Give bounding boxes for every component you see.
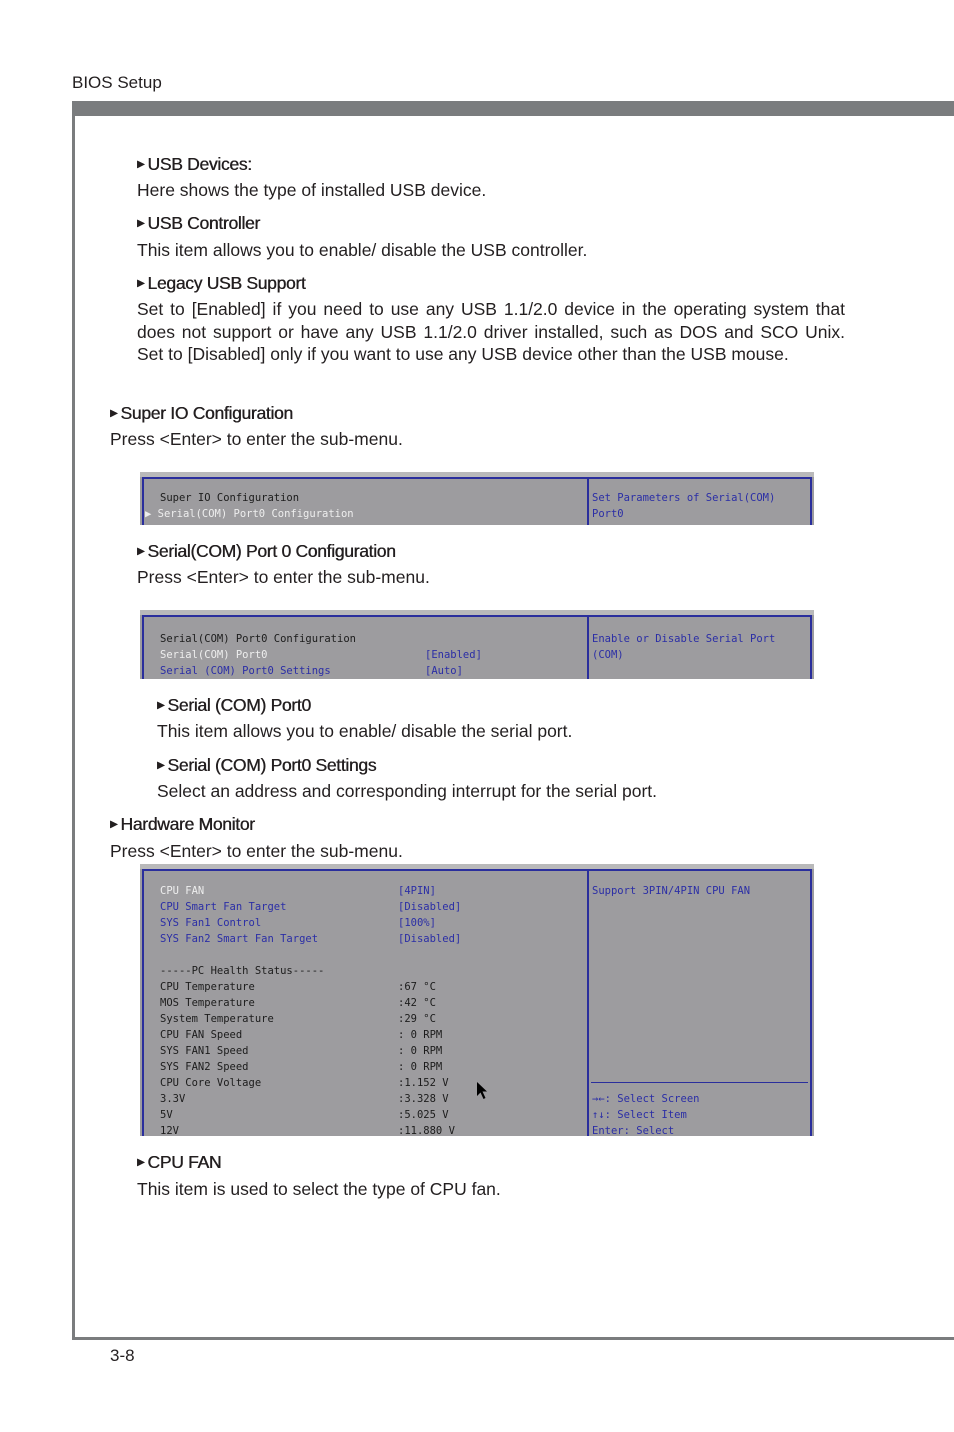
bios-help-text: Support 3PIN/4PIN CPU FAN <box>592 885 751 897</box>
triangle-bullet-icon: ▶ <box>137 546 145 557</box>
triangle-bullet-icon: ▶ <box>137 1157 145 1168</box>
bios-panel-divider <box>587 615 589 679</box>
health-status-heading: -----PC Health Status----- <box>160 965 325 977</box>
bios-screen-serial-config: Serial(COM) Port0 Configuration Serial(C… <box>140 610 814 679</box>
status-value: :42 °C <box>398 997 436 1009</box>
bios-setting-label[interactable]: SYS Fan1 Control <box>160 915 261 931</box>
bios-setting-label[interactable]: Serial(COM) Port0 <box>160 647 267 663</box>
status-value: :29 °C <box>398 1013 436 1025</box>
triangle-bullet-icon: ▶ <box>157 700 165 711</box>
status-value: : 0 RPM <box>398 1029 443 1041</box>
bios-menu-item[interactable]: ▶ Serial(COM) Port0 Configuration <box>145 506 354 522</box>
bios-help-text: Port0 <box>592 508 624 520</box>
desc-serial-settings: Select an address and corresponding inte… <box>157 781 658 801</box>
desc-hardware-monitor: Press <Enter> to enter the sub-menu. <box>110 841 403 861</box>
bios-setting-value[interactable]: [Auto] <box>425 663 463 679</box>
bios-setting-value[interactable]: [Disabled] <box>398 899 461 915</box>
triangle-bullet-icon: ▶ <box>110 408 118 419</box>
key-hint: ↑↓: Select Item <box>592 1109 687 1121</box>
frame-top-bar <box>72 101 954 116</box>
status-label: CPU Core Voltage <box>160 1077 262 1089</box>
selection-pointer-icon: ▶ <box>145 508 158 520</box>
bios-help-text: Enable or Disable Serial Port <box>592 633 776 645</box>
bios-panel-divider <box>587 477 589 525</box>
bios-screen-super-io: Super IO Configuration ▶ Serial(COM) Por… <box>140 472 814 525</box>
status-label: 12V <box>160 1125 179 1137</box>
bios-setting-value[interactable]: [100%] <box>398 915 436 931</box>
triangle-bullet-icon: ▶ <box>157 760 165 771</box>
bios-screen-title: Super IO Configuration <box>160 492 300 504</box>
key-hint: Enter: Select <box>592 1125 675 1137</box>
page-header: BIOS Setup <box>72 73 162 92</box>
heading-usb-devices: ▶ USB Devices: <box>137 154 252 174</box>
status-value: :67 °C <box>398 981 436 993</box>
status-label: SYS FAN2 Speed <box>160 1061 249 1073</box>
bios-screen-hardware-monitor: CPU FAN [4PIN] CPU Smart Fan Target [Dis… <box>140 864 814 1137</box>
status-label: 5V <box>160 1109 173 1121</box>
bios-setting-value[interactable]: [Enabled] <box>425 647 482 663</box>
bios-screen-title: Serial(COM) Port0 Configuration <box>160 633 356 645</box>
heading-serial-config: ▶ Serial(COM) Port 0 Configuration <box>137 541 396 561</box>
help-key-divider <box>591 1082 808 1083</box>
heading-super-io: ▶ Super IO Configuration <box>110 403 293 423</box>
status-value: : 0 RPM <box>398 1045 443 1057</box>
status-value: :1.152 V <box>398 1077 449 1089</box>
heading-hardware-monitor: ▶ Hardware Monitor <box>110 814 255 834</box>
desc-usb-devices: Here shows the type of installed USB dev… <box>137 180 487 200</box>
heading-serial-port0: ▶ Serial (COM) Port0 <box>157 695 311 715</box>
status-label: SYS FAN1 Speed <box>160 1045 249 1057</box>
triangle-bullet-icon: ▶ <box>110 819 118 830</box>
desc-serial-port0: This item allows you to enable/ disable … <box>157 721 573 741</box>
status-value: :3.328 V <box>398 1093 449 1105</box>
desc-super-io: Press <Enter> to enter the sub-menu. <box>110 429 403 449</box>
status-label: CPU Temperature <box>160 981 255 993</box>
triangle-bullet-icon: ▶ <box>137 218 145 229</box>
status-value: :5.025 V <box>398 1109 449 1121</box>
bios-help-text: (COM) <box>592 649 624 661</box>
triangle-bullet-icon: ▶ <box>137 159 145 170</box>
bios-setting-label[interactable]: SYS Fan2 Smart Fan Target <box>160 931 318 947</box>
bios-setting-label[interactable]: CPU Smart Fan Target <box>160 899 286 915</box>
status-label: System Temperature <box>160 1013 274 1025</box>
bios-setting-value[interactable]: [4PIN] <box>398 883 436 899</box>
status-label: CPU FAN Speed <box>160 1029 243 1041</box>
bios-setting-value[interactable]: [Disabled] <box>398 931 461 947</box>
heading-serial-settings: ▶ Serial (COM) Port0 Settings <box>157 755 377 775</box>
desc-serial-config: Press <Enter> to enter the sub-menu. <box>137 567 430 587</box>
frame-left-rule <box>72 101 75 1339</box>
heading-usb-controller: ▶ USB Controller <box>137 213 260 233</box>
bios-setting-label[interactable]: Serial (COM) Port0 Settings <box>160 663 331 679</box>
triangle-bullet-icon: ▶ <box>137 278 145 289</box>
key-hint: →←: Select Screen <box>592 1093 700 1105</box>
status-label: MOS Temperature <box>160 997 255 1009</box>
mouse-cursor-icon <box>477 1082 487 1099</box>
heading-legacy-usb: ▶ Legacy USB Support <box>137 273 306 293</box>
status-value: : 0 RPM <box>398 1061 443 1073</box>
desc-cpu-fan: This item is used to select the type of … <box>137 1179 501 1199</box>
desc-legacy-usb: Set to [Enabled] if you need to use any … <box>137 299 845 364</box>
heading-cpu-fan: ▶ CPU FAN <box>137 1152 222 1172</box>
desc-usb-controller: This item allows you to enable/ disable … <box>137 240 588 260</box>
bios-setting-label[interactable]: CPU FAN <box>160 883 204 899</box>
frame-bottom-rule <box>72 1337 954 1340</box>
bios-help-text: Set Parameters of Serial(COM) <box>592 492 776 504</box>
status-label: 3.3V <box>160 1093 186 1105</box>
page-number: 3-8 <box>110 1346 135 1365</box>
bios-panel-divider <box>587 869 589 1136</box>
status-value: :11.880 V <box>398 1125 455 1137</box>
